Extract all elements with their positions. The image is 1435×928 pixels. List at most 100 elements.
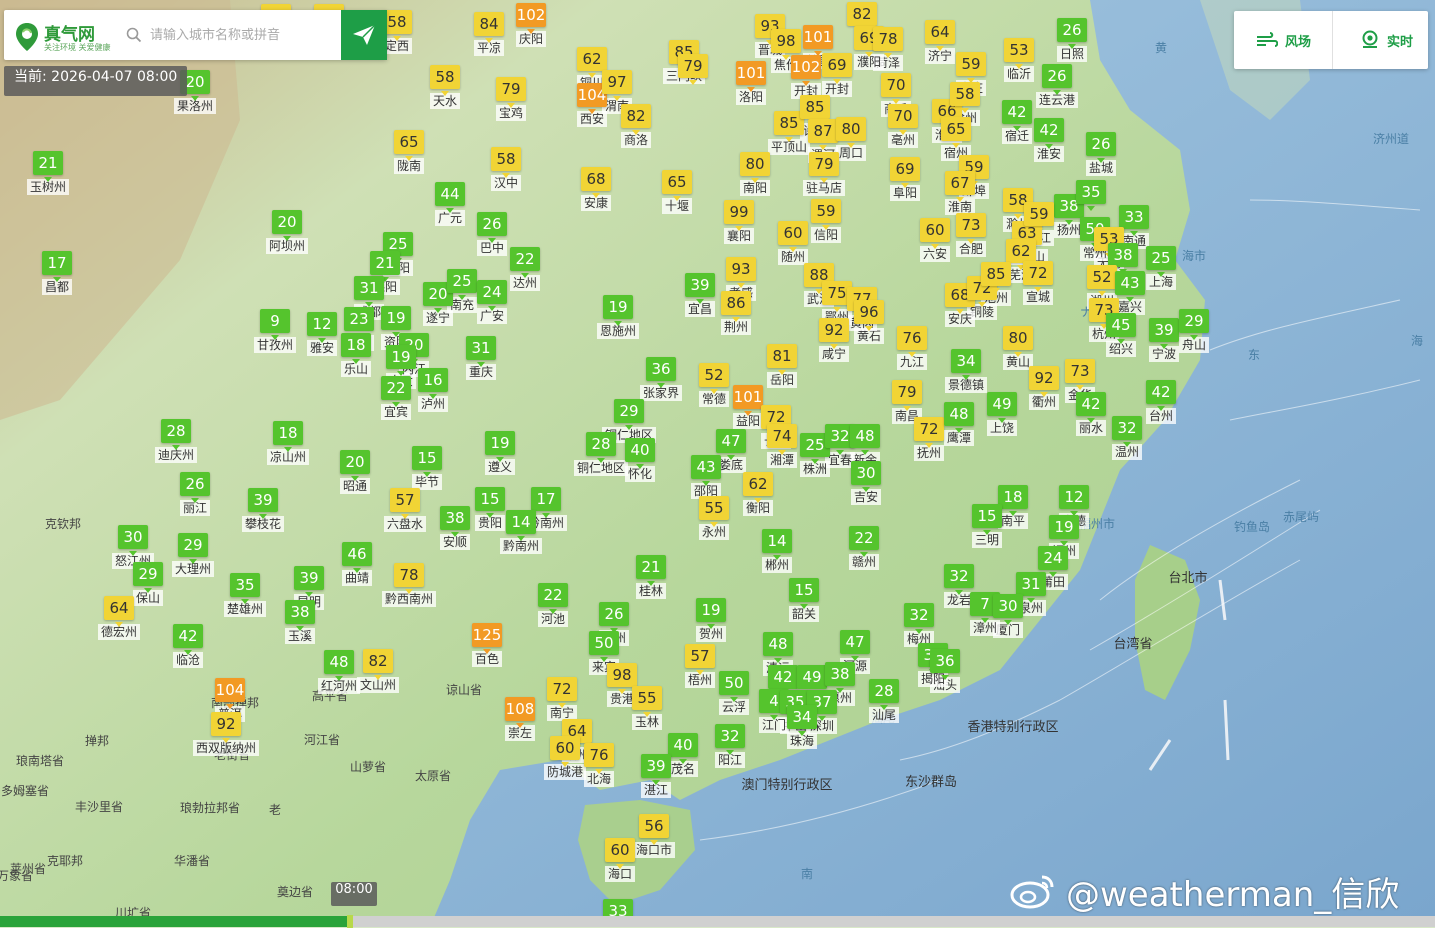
- aqi-marker[interactable]: 32: [1112, 416, 1142, 447]
- aqi-marker[interactable]: 20: [272, 210, 302, 241]
- aqi-marker[interactable]: 99: [724, 200, 754, 231]
- aqi-marker[interactable]: 15: [972, 504, 1002, 535]
- aqi-marker[interactable]: 14: [506, 510, 536, 541]
- aqi-marker[interactable]: 16: [418, 368, 448, 399]
- aqi-marker[interactable]: 57: [685, 644, 715, 675]
- aqi-marker[interactable]: 30: [851, 461, 881, 492]
- aqi-map[interactable]: 克钦邦掸邦老南部掸邦克耶邦琅南塔省丰沙里省乌多姆塞省琅勃拉邦省华潘省川圹省万象省…: [0, 0, 1435, 927]
- aqi-marker[interactable]: 38: [440, 506, 470, 537]
- aqi-marker[interactable]: 79: [678, 54, 708, 85]
- aqi-marker[interactable]: 69: [890, 157, 920, 188]
- aqi-marker[interactable]: 81: [767, 344, 797, 375]
- aqi-marker[interactable]: 29: [178, 533, 208, 564]
- aqi-marker[interactable]: 25: [447, 269, 477, 300]
- aqi-marker[interactable]: 23: [344, 307, 374, 338]
- aqi-marker[interactable]: 50: [589, 631, 619, 662]
- aqi-marker[interactable]: 60: [605, 838, 635, 869]
- aqi-marker[interactable]: 25: [1146, 246, 1176, 277]
- aqi-marker[interactable]: 48: [944, 402, 974, 433]
- aqi-marker[interactable]: 28: [869, 679, 899, 710]
- aqi-marker[interactable]: 21: [33, 151, 63, 182]
- aqi-marker[interactable]: 26: [1057, 18, 1087, 49]
- aqi-marker[interactable]: 98: [771, 29, 801, 60]
- aqi-marker[interactable]: 47: [840, 630, 870, 661]
- aqi-marker[interactable]: 74: [767, 424, 797, 455]
- aqi-marker[interactable]: 48: [850, 424, 880, 455]
- city-search-input[interactable]: [150, 23, 338, 47]
- timeline-bar[interactable]: [0, 915, 1435, 928]
- aqi-marker[interactable]: 93: [726, 257, 756, 288]
- aqi-marker[interactable]: 19: [696, 598, 726, 629]
- aqi-marker[interactable]: 78: [394, 563, 424, 594]
- aqi-marker[interactable]: 87: [808, 119, 838, 150]
- aqi-marker[interactable]: 52: [699, 363, 729, 394]
- aqi-marker[interactable]: 38: [285, 600, 315, 631]
- site-logo[interactable]: 真气网 关注环境 关爱健康: [10, 16, 122, 56]
- aqi-marker[interactable]: 26: [1042, 64, 1072, 95]
- aqi-marker[interactable]: 79: [809, 152, 839, 183]
- aqi-marker[interactable]: 40: [625, 438, 655, 469]
- aqi-marker[interactable]: 38: [825, 662, 855, 693]
- aqi-marker[interactable]: 12: [307, 312, 337, 343]
- aqi-marker[interactable]: 29: [614, 399, 644, 430]
- aqi-marker[interactable]: 69: [822, 53, 852, 84]
- aqi-marker[interactable]: 92: [819, 318, 849, 349]
- aqi-marker[interactable]: 67: [945, 171, 975, 202]
- aqi-marker[interactable]: 55: [632, 686, 662, 717]
- aqi-marker[interactable]: 31: [466, 336, 496, 367]
- aqi-marker[interactable]: 18: [341, 333, 371, 364]
- aqi-marker[interactable]: 21: [370, 251, 400, 282]
- aqi-marker[interactable]: 36: [646, 357, 676, 388]
- aqi-marker[interactable]: 49: [987, 392, 1017, 423]
- aqi-marker[interactable]: 21: [636, 555, 666, 586]
- aqi-marker[interactable]: 101: [803, 25, 833, 56]
- aqi-marker[interactable]: 29: [133, 562, 163, 593]
- aqi-marker[interactable]: 70: [888, 104, 918, 135]
- timeline-handle[interactable]: [347, 915, 353, 928]
- realtime-toggle[interactable]: 实时: [1360, 11, 1413, 69]
- aqi-marker[interactable]: 15: [412, 446, 442, 477]
- aqi-marker[interactable]: 47: [716, 429, 746, 460]
- aqi-marker[interactable]: 70: [881, 73, 911, 104]
- aqi-marker[interactable]: 86: [721, 291, 751, 322]
- aqi-marker[interactable]: 48: [763, 632, 793, 663]
- aqi-marker[interactable]: 18: [273, 421, 303, 452]
- aqi-marker[interactable]: 32: [944, 564, 974, 595]
- aqi-marker[interactable]: 56: [639, 814, 669, 845]
- aqi-marker[interactable]: 65: [662, 170, 692, 201]
- aqi-marker[interactable]: 26: [477, 212, 507, 243]
- aqi-marker[interactable]: 32: [715, 724, 745, 755]
- aqi-marker[interactable]: 30: [993, 594, 1023, 625]
- aqi-marker[interactable]: 19: [603, 295, 633, 326]
- aqi-marker[interactable]: 73: [1065, 359, 1095, 390]
- aqi-marker[interactable]: 14: [762, 529, 792, 560]
- aqi-marker[interactable]: 59: [1024, 202, 1054, 233]
- aqi-marker[interactable]: 102: [791, 55, 821, 86]
- aqi-marker[interactable]: 82: [363, 649, 393, 680]
- aqi-marker[interactable]: 28: [586, 432, 616, 463]
- aqi-marker[interactable]: 45: [1106, 313, 1136, 344]
- aqi-marker[interactable]: 92: [1029, 366, 1059, 397]
- aqi-marker[interactable]: 96: [854, 300, 884, 331]
- aqi-marker[interactable]: 58: [430, 65, 460, 96]
- aqi-marker[interactable]: 72: [914, 417, 944, 448]
- aqi-marker[interactable]: 84: [474, 12, 504, 43]
- aqi-marker[interactable]: 59: [811, 199, 841, 230]
- aqi-marker[interactable]: 72: [1023, 261, 1053, 292]
- aqi-marker[interactable]: 30: [118, 525, 148, 556]
- aqi-marker[interactable]: 39: [1149, 318, 1179, 349]
- wind-field-toggle[interactable]: 风场: [1256, 11, 1311, 69]
- aqi-marker[interactable]: 76: [897, 326, 927, 357]
- aqi-marker[interactable]: 85: [981, 262, 1011, 293]
- aqi-marker[interactable]: 46: [342, 542, 372, 573]
- aqi-marker[interactable]: 60: [920, 218, 950, 249]
- aqi-marker[interactable]: 15: [789, 578, 819, 609]
- aqi-marker[interactable]: 62: [743, 472, 773, 503]
- aqi-marker[interactable]: 102: [516, 3, 546, 34]
- aqi-marker[interactable]: 92: [211, 712, 241, 743]
- aqi-marker[interactable]: 55: [699, 496, 729, 527]
- aqi-marker[interactable]: 22: [510, 247, 540, 278]
- aqi-marker[interactable]: 24: [477, 280, 507, 311]
- aqi-marker[interactable]: 20: [340, 450, 370, 481]
- aqi-marker[interactable]: 59: [956, 52, 986, 83]
